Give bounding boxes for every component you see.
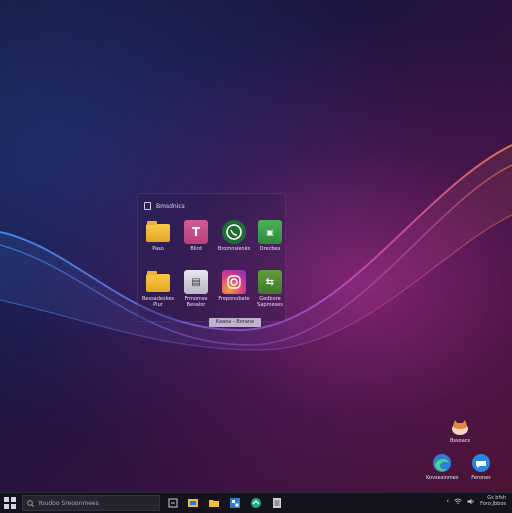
- panel-header: Bmsdnics: [144, 200, 185, 212]
- folder-icon: [146, 221, 170, 242]
- blue-chat-icon: [472, 454, 490, 472]
- app-tile-paso[interactable]: Paso: [141, 220, 175, 264]
- app-tile-blird[interactable]: T Blird: [179, 220, 213, 264]
- app-tile-bromnsienks[interactable]: Bromnsienks: [217, 220, 251, 264]
- desktop-icon-kovsesinmes[interactable]: Kovsesinmes: [426, 453, 458, 481]
- tooltip: Kaaoa - Borane: [209, 318, 261, 327]
- taskbar: ‹ Gs bfsh Foro:Jbbos: [0, 492, 512, 513]
- app-label: Paso: [152, 246, 164, 252]
- notepad-icon: [273, 498, 281, 508]
- search-input[interactable]: [38, 499, 156, 507]
- app-tile-drecbes[interactable]: ▣ Drecbes: [253, 220, 287, 264]
- panel-title: Bmsdnics: [156, 202, 185, 210]
- app-label: Bessadeskes Plur: [141, 296, 175, 308]
- app-tile-bessadeskes[interactable]: Bessadeskes Plur: [141, 270, 175, 314]
- app-tile-frmomse[interactable]: ▤ Frmomse Besalor: [179, 270, 213, 314]
- store-icon: [230, 498, 240, 508]
- desktop-icon-label: Ferones: [471, 475, 491, 481]
- clock[interactable]: Gs bfsh Foro:Jbbos: [480, 495, 506, 507]
- instagram-icon: [222, 270, 246, 294]
- search-icon: [27, 499, 34, 507]
- teams-icon: [251, 498, 261, 508]
- desktop-icon-bssoacs[interactable]: Bssoacs: [450, 418, 470, 444]
- whatsapp-icon: [222, 220, 246, 244]
- green-app-icon: ⇆: [258, 270, 282, 294]
- desktop: Bmsdnics Paso T Blird Bromnsienks ▣ Drec…: [0, 0, 512, 492]
- store-button[interactable]: [228, 496, 242, 510]
- desktop-icon-label: Kovsesinmes: [426, 475, 459, 481]
- app-folder-panel: Bmsdnics Paso T Blird Bromnsienks ▣ Drec…: [137, 193, 286, 322]
- page-icon: [144, 202, 151, 210]
- app-label: Freponobate: [218, 296, 250, 302]
- notepad-button[interactable]: [270, 496, 284, 510]
- folder-icon: [146, 271, 170, 292]
- chevron-up-icon[interactable]: ‹: [446, 497, 449, 505]
- task-view-icon: [168, 498, 178, 508]
- start-button[interactable]: [4, 497, 16, 509]
- folder-icon: [209, 500, 219, 507]
- app-label: Drecbes: [259, 246, 281, 252]
- folder-button[interactable]: [207, 496, 221, 510]
- app-tile-gedbore[interactable]: ⇆ Gedbore Sapmeses: [253, 270, 287, 314]
- app-tile-freponobate[interactable]: Freponobate: [217, 270, 251, 314]
- desktop-icon-ferones[interactable]: Ferones: [470, 453, 492, 481]
- volume-icon[interactable]: [467, 498, 475, 505]
- text-app-icon: T: [184, 220, 208, 244]
- cat-avatar-icon: [452, 420, 469, 435]
- app-label: Blird: [190, 246, 202, 252]
- app-label: Bromnsienks: [217, 246, 251, 252]
- teams-button[interactable]: [249, 496, 263, 510]
- desktop-icon-label: Bssoacs: [450, 438, 471, 444]
- file-explorer-icon: [188, 499, 198, 507]
- clock-line-2: Foro:Jbbos: [480, 501, 506, 507]
- green-app-icon: ▣: [258, 220, 282, 244]
- edge-browser-icon: [433, 454, 452, 472]
- taskbar-search[interactable]: [22, 495, 160, 511]
- app-label: Gedbore Sapmeses: [257, 296, 283, 308]
- file-explorer-button[interactable]: [186, 496, 200, 510]
- task-view-button[interactable]: [166, 496, 180, 510]
- wifi-icon[interactable]: [454, 498, 462, 505]
- document-app-icon: ▤: [184, 270, 208, 294]
- system-tray: ‹ Gs bfsh Foro:Jbbos: [446, 495, 506, 507]
- app-label: Frmomse Besalor: [184, 296, 208, 308]
